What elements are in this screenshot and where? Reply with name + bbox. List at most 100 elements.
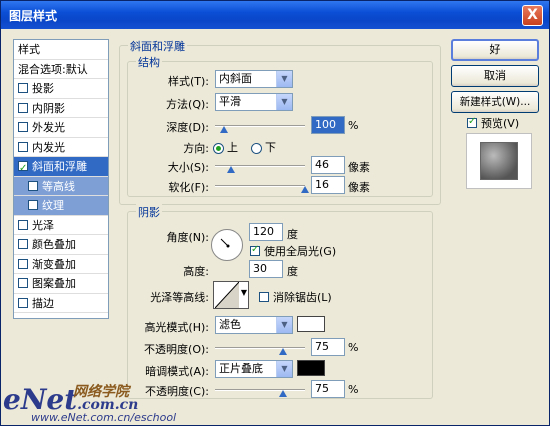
gloss-contour-picker[interactable]: ▼ bbox=[213, 281, 249, 309]
soften-input[interactable]: 16 bbox=[311, 176, 345, 194]
style-list-item[interactable]: 颜色叠加 bbox=[14, 235, 108, 255]
chevron-down-icon: ▼ bbox=[276, 361, 292, 377]
checkbox-icon[interactable] bbox=[18, 219, 28, 230]
highlight-color-swatch[interactable] bbox=[297, 316, 325, 332]
size-input[interactable]: 46 bbox=[311, 156, 345, 174]
shadow-mode-select[interactable]: 正片叠底 ▼ bbox=[215, 360, 293, 378]
technique-select[interactable]: 平滑 ▼ bbox=[215, 93, 293, 111]
style-list-label: 颜色叠加 bbox=[32, 238, 76, 251]
style-list-item[interactable]: 纹理 bbox=[14, 196, 108, 216]
style-list-item[interactable]: 描边 bbox=[14, 294, 108, 313]
checkbox-icon[interactable] bbox=[18, 278, 28, 288]
gloss-contour-label: 光泽等高线: bbox=[150, 291, 209, 304]
layer-style-dialog: 图层样式 X 样式混合选项:默认投影内阴影外发光内发光斜面和浮雕等高线纹理光泽颜… bbox=[0, 0, 550, 426]
highlight-opacity-unit: % bbox=[348, 341, 359, 354]
direction-down-radio[interactable]: 下 bbox=[251, 139, 276, 155]
preview-swatch bbox=[480, 142, 518, 180]
highlight-opacity-input[interactable]: 75 bbox=[311, 338, 345, 356]
structure-title: 结构 bbox=[136, 54, 162, 70]
style-list-item[interactable]: 渐变叠加 bbox=[14, 255, 108, 274]
checkbox-icon[interactable] bbox=[18, 141, 28, 152]
style-list-item[interactable]: 投影 bbox=[14, 79, 108, 99]
cancel-button[interactable]: 取消 bbox=[451, 65, 539, 87]
global-light-checkbox[interactable]: 使用全局光(G) bbox=[250, 243, 336, 259]
checkbox-icon[interactable] bbox=[18, 239, 28, 249]
style-list-label: 内阴影 bbox=[32, 101, 65, 115]
checkbox-icon[interactable] bbox=[28, 200, 38, 210]
style-list-label: 投影 bbox=[32, 82, 54, 95]
altitude-input[interactable]: 30 bbox=[249, 260, 283, 278]
style-list-item[interactable]: 斜面和浮雕 bbox=[14, 157, 108, 178]
depth-input[interactable]: 100 bbox=[311, 116, 345, 134]
chevron-down-icon: ▼ bbox=[276, 317, 292, 333]
style-list-item[interactable]: 内发光 bbox=[14, 138, 108, 157]
checkbox-icon[interactable] bbox=[18, 83, 28, 93]
size-label: 大小(S): bbox=[167, 161, 209, 174]
chevron-down-icon: ▼ bbox=[276, 71, 292, 87]
highlight-opacity-label: 不透明度(O): bbox=[144, 343, 209, 356]
shadow-opacity-input[interactable]: 75 bbox=[311, 380, 345, 398]
size-slider-thumb[interactable] bbox=[227, 166, 236, 173]
shadow-opacity-slider[interactable] bbox=[215, 389, 305, 391]
shadow-opacity-label: 不透明度(C): bbox=[145, 385, 209, 398]
new-style-button[interactable]: 新建样式(W)... bbox=[451, 91, 539, 113]
title-bar[interactable]: 图层样式 X bbox=[1, 1, 549, 29]
highlight-opacity-slider[interactable] bbox=[215, 347, 305, 349]
angle-dial[interactable] bbox=[211, 229, 243, 261]
style-list-item[interactable]: 样式 bbox=[14, 40, 108, 60]
highlight-mode-label: 高光模式(H): bbox=[144, 321, 209, 334]
size-unit: 像素 bbox=[348, 161, 370, 174]
preview-checkbox[interactable]: 预览(V) bbox=[467, 115, 519, 131]
style-select[interactable]: 内斜面 ▼ bbox=[215, 70, 293, 88]
chevron-down-icon: ▼ bbox=[240, 288, 247, 297]
angle-input[interactable]: 120 bbox=[249, 223, 283, 241]
soften-unit: 像素 bbox=[348, 181, 370, 194]
chevron-down-icon: ▼ bbox=[276, 94, 292, 110]
checkbox-icon[interactable] bbox=[28, 180, 38, 191]
style-list-item[interactable]: 光泽 bbox=[14, 216, 108, 235]
style-list-item[interactable]: 图案叠加 bbox=[14, 274, 108, 294]
close-button[interactable]: X bbox=[522, 5, 543, 26]
ok-button[interactable]: 好 bbox=[451, 39, 539, 61]
style-list-label: 斜面和浮雕 bbox=[32, 160, 87, 173]
checkbox-icon[interactable] bbox=[18, 122, 28, 132]
angle-label: 角度(N): bbox=[166, 231, 209, 244]
shadow-mode-label: 暗调模式(A): bbox=[145, 365, 209, 378]
highlight-opacity-thumb[interactable] bbox=[278, 348, 287, 355]
antialias-checkbox[interactable]: 消除锯齿(L) bbox=[259, 289, 332, 305]
preview-label: 预览(V) bbox=[481, 117, 520, 130]
angle-unit: 度 bbox=[287, 228, 298, 241]
highlight-mode-value: 滤色 bbox=[219, 318, 241, 331]
style-list-label: 图案叠加 bbox=[32, 277, 76, 290]
angle-dial-icon bbox=[220, 238, 230, 248]
global-light-label: 使用全局光(G) bbox=[264, 245, 337, 258]
style-list-item[interactable]: 等高线 bbox=[14, 176, 108, 196]
highlight-mode-select[interactable]: 滤色 ▼ bbox=[215, 316, 293, 334]
style-list-label: 样式 bbox=[18, 43, 40, 56]
antialias-label: 消除锯齿(L) bbox=[273, 291, 332, 304]
direction-up-radio[interactable]: 上 bbox=[213, 139, 238, 155]
style-list-label: 混合选项:默认 bbox=[18, 62, 88, 76]
style-list-item[interactable]: 混合选项:默认 bbox=[14, 60, 108, 79]
depth-slider-thumb[interactable] bbox=[220, 126, 228, 133]
checkbox-checked-icon[interactable] bbox=[18, 159, 28, 178]
style-preview bbox=[466, 133, 532, 189]
checkbox-icon[interactable] bbox=[18, 297, 28, 308]
style-list-item[interactable]: 内阴影 bbox=[14, 99, 108, 118]
soften-slider[interactable] bbox=[215, 185, 305, 187]
checkbox-icon[interactable] bbox=[18, 102, 28, 113]
soften-slider-thumb[interactable] bbox=[301, 186, 309, 193]
altitude-unit: 度 bbox=[287, 265, 298, 278]
shadow-color-swatch[interactable] bbox=[297, 360, 325, 376]
checkbox-icon[interactable] bbox=[18, 258, 28, 269]
technique-select-value: 平滑 bbox=[219, 95, 241, 108]
depth-slider[interactable] bbox=[215, 125, 305, 127]
checkbox-icon bbox=[259, 292, 269, 302]
depth-label: 深度(D): bbox=[166, 121, 209, 134]
shadow-opacity-thumb[interactable] bbox=[278, 390, 287, 397]
direction-up-label: 上 bbox=[227, 141, 238, 154]
style-select-value: 内斜面 bbox=[219, 72, 252, 85]
style-list-item[interactable]: 外发光 bbox=[14, 118, 108, 138]
shadow-mode-value: 正片叠底 bbox=[219, 362, 263, 375]
bevel-group-title: 斜面和浮雕 bbox=[128, 38, 187, 54]
